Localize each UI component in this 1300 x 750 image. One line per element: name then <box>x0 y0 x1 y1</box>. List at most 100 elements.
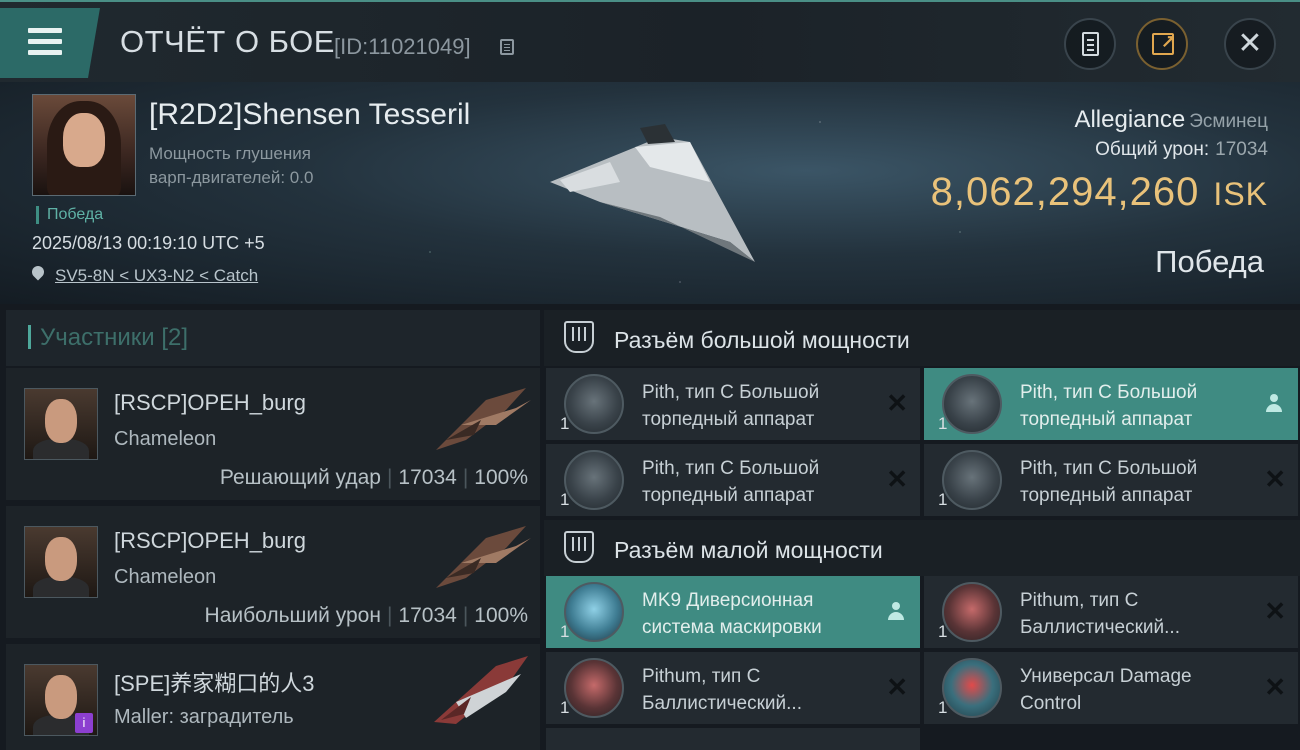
module-slot[interactable]: 1 Pithum, тип C Баллистический... ✕ <box>546 652 920 724</box>
participants-panel: Участники [2] [RSCP]OPEH_burg Chameleon … <box>6 310 540 750</box>
module-name-line1: Pithum, тип C <box>642 666 761 687</box>
participant-name: [RSCP]OPEH_burg <box>114 528 306 553</box>
low-slot-icon <box>564 531 594 563</box>
module-name-line2: торпедный аппарат <box>642 485 815 506</box>
participant-role: Наибольший урон <box>204 604 381 627</box>
avatar: i <box>24 664 98 736</box>
status-badge: Победа <box>36 206 103 224</box>
avatar-head <box>45 537 77 581</box>
module-name: Pith, тип C Большой торпедный аппарат <box>642 379 878 433</box>
user-icon-head <box>1270 394 1278 402</box>
section-accent-bar <box>28 325 31 349</box>
module-name: Pithum, тип C Баллистический... <box>642 663 878 717</box>
cloaking-device-icon <box>564 582 624 642</box>
module-slot[interactable]: 1 Pith, тип C Большой торпедный аппарат ✕ <box>546 444 920 516</box>
module-name-line2: торпедный аппарат <box>642 409 815 430</box>
module-name: Pith, тип C Большой торпедный аппарат <box>642 455 878 509</box>
high-slot-title: Разъём большой мощности <box>614 327 910 353</box>
high-slot-header: Разъём большой мощности <box>544 310 1300 366</box>
dropped-user-icon <box>888 602 904 622</box>
module-slot[interactable]: 1 Pith, тип C Большой торпедный аппарат ✕ <box>924 444 1298 516</box>
destroyed-icon: ✕ <box>1264 672 1286 702</box>
participants-header[interactable]: Участники [2] <box>6 310 540 366</box>
torpedo-launcher-icon <box>942 374 1002 434</box>
ballistic-control-icon <box>942 582 1002 642</box>
menu-icon-bar <box>28 39 62 44</box>
ship-class: Эсминец <box>1189 111 1268 132</box>
destroyed-icon: ✕ <box>1264 596 1286 626</box>
avatar-head <box>45 399 77 443</box>
victim-avatar[interactable] <box>32 94 136 196</box>
module-slot[interactable]: 1 Pithum, тип C Баллистический... ✕ <box>924 576 1298 648</box>
close-button[interactable]: ✕ <box>1224 18 1276 70</box>
participant-ship-image <box>436 526 531 588</box>
avatar-face <box>63 113 105 167</box>
module-name: MK9 Диверсионная система маскировки <box>642 587 878 641</box>
module-name-line1: Pith, тип C Большой <box>1020 458 1198 479</box>
destroyed-icon: ✕ <box>1264 464 1286 494</box>
module-slot[interactable]: 1 Универсал Damage Control ✕ <box>924 652 1298 724</box>
participant-stats: Решающий удар | 17034 | 100% <box>220 466 528 490</box>
clipboard-button[interactable] <box>1064 18 1116 70</box>
participant-ship: Chameleon <box>114 428 217 450</box>
module-name-line1: MK9 Диверсионная <box>642 590 814 611</box>
avatar-head <box>45 675 77 719</box>
module-quantity: 1 <box>938 698 948 717</box>
participant-ship: Maller: заградитель <box>114 706 294 728</box>
stat-separator: | <box>386 604 393 627</box>
victim-ship-image[interactable] <box>540 122 765 272</box>
participant-percent: 100% <box>474 604 528 627</box>
module-name-line2: система маскировки <box>642 617 822 638</box>
module-quantity: 1 <box>560 622 570 641</box>
module-name-line1: Pith, тип C Большой <box>1020 382 1198 403</box>
participant-damage: 17034 <box>398 604 457 627</box>
participant-card[interactable]: [RSCP]OPEH_burg Chameleon Наибольший уро… <box>6 506 540 638</box>
menu-icon-bar <box>28 50 62 55</box>
damage-control-icon <box>942 658 1002 718</box>
user-icon-body <box>1266 404 1282 412</box>
user-icon-head <box>892 602 900 610</box>
destroyed-icon: ✕ <box>886 672 908 702</box>
participant-name: [SPE]养家糊口的人3 <box>114 671 315 696</box>
copy-id-icon[interactable] <box>500 39 514 55</box>
low-slot-header: Разъём малой мощности <box>544 520 1300 576</box>
victim-name[interactable]: [R2D2]Shensen Tesseril <box>149 98 470 132</box>
location-link[interactable]: SV5-8N < UX3-N2 < Catch <box>55 266 258 286</box>
participant-ship-image <box>434 656 528 724</box>
low-slot-title: Разъём малой мощности <box>614 537 883 563</box>
torpedo-launcher-icon <box>564 374 624 434</box>
user-icon-body <box>888 612 904 620</box>
module-slot[interactable]: 1 MK9 Диверсионная система маскировки <box>546 576 920 648</box>
share-button[interactable]: ↗ <box>1136 18 1188 70</box>
module-name-line1: Pith, тип C Большой <box>642 382 820 403</box>
module-name-line2: торпедный аппарат <box>1020 409 1193 430</box>
module-name-line1: Pith, тип C Большой <box>642 458 820 479</box>
avatar <box>24 526 98 598</box>
module-name-line1: Универсал Damage <box>1020 666 1192 687</box>
result-label: Победа <box>1155 244 1264 279</box>
module-quantity: 1 <box>560 414 570 433</box>
clipboard-icon <box>1082 32 1099 56</box>
module-name: Pithum, тип C Баллистический... <box>1020 587 1256 641</box>
dropped-user-icon <box>1266 394 1282 414</box>
total-damage-label: Общий урон: <box>1095 139 1210 160</box>
close-icon: ✕ <box>1237 27 1263 60</box>
participant-card[interactable]: [RSCP]OPEH_burg Chameleon Решающий удар |… <box>6 368 540 500</box>
module-quantity: 1 <box>938 414 948 433</box>
module-slot[interactable]: 1 Pith, тип C Большой торпедный аппарат <box>924 368 1298 440</box>
module-slot-partial[interactable] <box>546 728 920 750</box>
participant-role: Решающий удар <box>219 466 381 489</box>
menu-button[interactable] <box>0 8 100 78</box>
participant-damage: 17034 <box>398 466 457 489</box>
participant-card[interactable]: i [SPE]养家糊口的人3 Maller: заградитель <box>6 644 540 750</box>
module-quantity: 1 <box>938 490 948 509</box>
avatar <box>24 388 98 460</box>
module-name-line2: Баллистический... <box>642 693 802 714</box>
module-slot[interactable]: 1 Pith, тип C Большой торпедный аппарат ✕ <box>546 368 920 440</box>
participant-ship-image <box>436 388 531 450</box>
total-damage-value: 17034 <box>1215 139 1268 160</box>
module-name-line2: Баллистический... <box>1020 617 1180 638</box>
module-quantity: 1 <box>560 698 570 717</box>
module-name: Pith, тип C Большой торпедный аппарат <box>1020 379 1256 433</box>
module-name: Pith, тип C Большой торпедный аппарат <box>1020 455 1256 509</box>
